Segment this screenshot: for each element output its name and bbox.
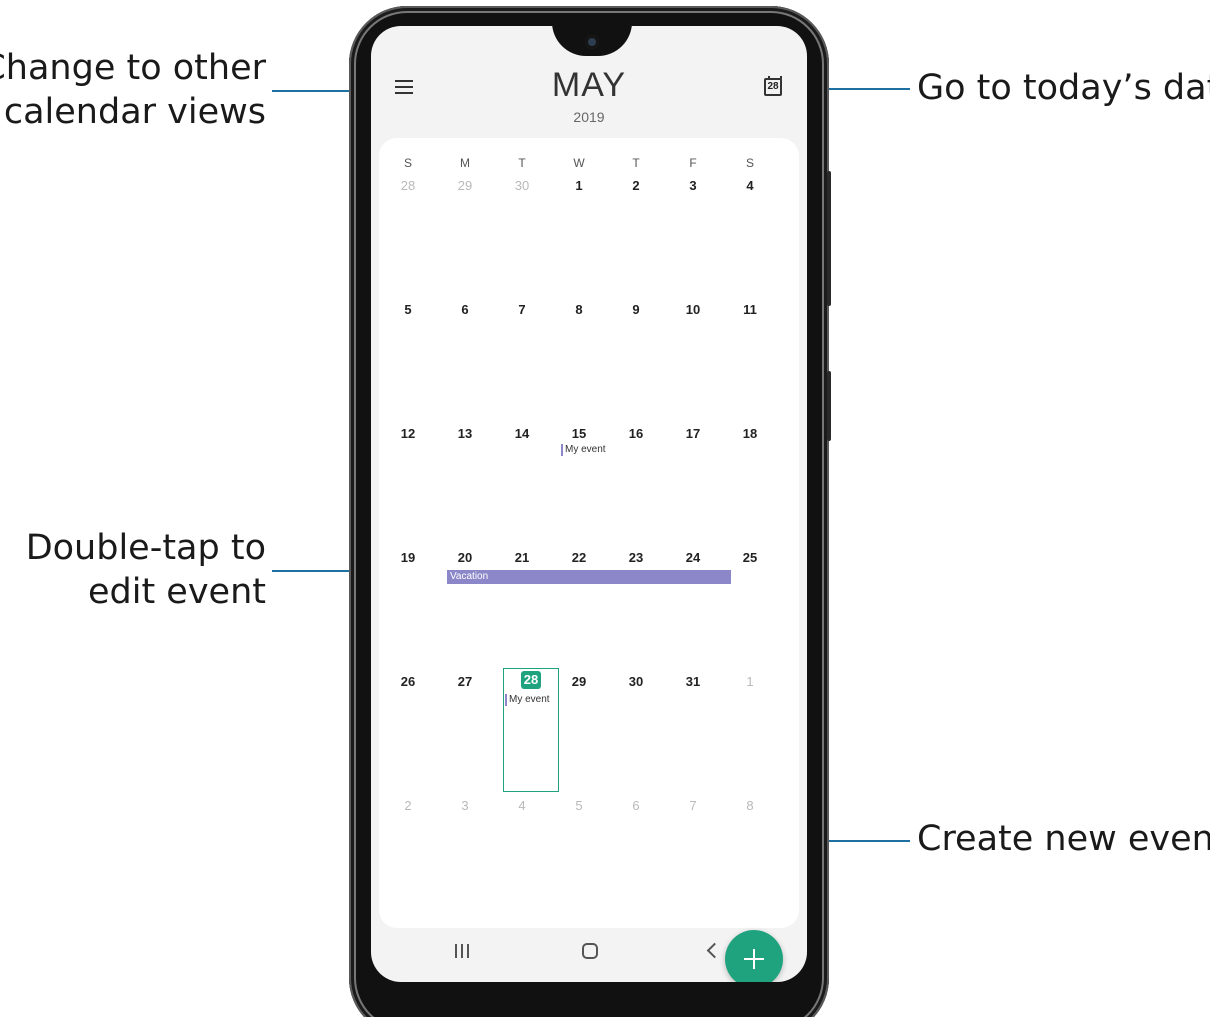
weekday-sat: S: [745, 156, 754, 170]
weekday-tue: T: [518, 156, 526, 170]
day-cell[interactable]: 9: [607, 302, 665, 317]
phone-frame: MAY 2019 28 S M T W T F S 28 29 30 1 2 3…: [349, 6, 831, 1017]
phone-screen: MAY 2019 28 S M T W T F S 28 29 30 1 2 3…: [371, 26, 807, 982]
calendar-today-icon[interactable]: 28: [764, 76, 782, 96]
day-cell[interactable]: 7: [493, 302, 551, 317]
weekday-fri: F: [689, 156, 697, 170]
weekday-mon: M: [460, 156, 470, 170]
day-cell[interactable]: 15: [550, 426, 608, 441]
day-cell[interactable]: 3: [664, 178, 722, 193]
day-cell[interactable]: 4: [493, 798, 551, 813]
day-cell[interactable]: 8: [550, 302, 608, 317]
day-cell[interactable]: 11: [721, 302, 779, 317]
day-cell[interactable]: 8: [721, 798, 779, 813]
day-cell[interactable]: 1: [550, 178, 608, 193]
callout-change-views: Change to other calendar views: [0, 48, 266, 132]
day-cell[interactable]: 6: [607, 798, 665, 813]
weekday-sun: S: [403, 156, 412, 170]
front-camera-icon: [585, 35, 599, 49]
day-cell[interactable]: 2: [607, 178, 665, 193]
month-grid: S M T W T F S 28 29 30 1 2 3 4 5 6 7 8 9…: [379, 138, 799, 982]
event-vacation-bar[interactable]: Vacation: [447, 570, 731, 584]
day-cell[interactable]: 3: [436, 798, 494, 813]
day-cell[interactable]: 16: [607, 426, 665, 441]
back-icon[interactable]: [699, 938, 729, 964]
day-cell[interactable]: 30: [607, 674, 665, 689]
day-cell[interactable]: 14: [493, 426, 551, 441]
home-icon[interactable]: [582, 943, 598, 959]
day-cell[interactable]: 4: [721, 178, 779, 193]
day-cell[interactable]: 29: [436, 178, 494, 193]
day-cell[interactable]: 7: [664, 798, 722, 813]
day-cell[interactable]: 23: [607, 550, 665, 565]
day-cell[interactable]: 19: [379, 550, 437, 565]
month-title: MAY: [551, 66, 627, 104]
day-cell[interactable]: 6: [436, 302, 494, 317]
day-cell[interactable]: 17: [664, 426, 722, 441]
plus-icon[interactable]: [725, 930, 783, 982]
day-cell[interactable]: 29: [550, 674, 608, 689]
event-my-event-15[interactable]: My event: [561, 444, 606, 456]
callout-today: Go to today’s date: [917, 68, 1210, 108]
day-cell[interactable]: 24: [664, 550, 722, 565]
day-cell[interactable]: 12: [379, 426, 437, 441]
day-cell[interactable]: 5: [379, 302, 437, 317]
power-button: [827, 371, 831, 441]
today-badge[interactable]: 28: [521, 671, 541, 689]
day-cell[interactable]: 5: [550, 798, 608, 813]
event-my-event-28[interactable]: My event: [505, 694, 550, 706]
day-cell[interactable]: 10: [664, 302, 722, 317]
callout-edit-event: Double-tap to edit event: [25, 528, 266, 612]
weekday-wed: W: [573, 156, 585, 170]
day-cell[interactable]: 2: [379, 798, 437, 813]
day-cell[interactable]: 31: [664, 674, 722, 689]
callout-create-event: Create new event: [917, 819, 1210, 859]
day-cell[interactable]: 27: [436, 674, 494, 689]
day-cell[interactable]: 28: [379, 178, 437, 193]
day-cell[interactable]: 22: [550, 550, 608, 565]
day-cell[interactable]: 13: [436, 426, 494, 441]
recent-apps-icon[interactable]: [447, 938, 477, 964]
day-cell[interactable]: 30: [493, 178, 551, 193]
day-cell[interactable]: 1: [721, 674, 779, 689]
day-cell[interactable]: 21: [493, 550, 551, 565]
day-cell[interactable]: 25: [721, 550, 779, 565]
day-cell[interactable]: 26: [379, 674, 437, 689]
weekday-thu: T: [632, 156, 640, 170]
screenshot-stage: Change to other calendar views Double-ta…: [0, 0, 1210, 1017]
day-cell[interactable]: 18: [721, 426, 779, 441]
year-title: 2019: [573, 109, 605, 125]
volume-button: [827, 171, 831, 306]
day-cell[interactable]: 20: [436, 550, 494, 565]
